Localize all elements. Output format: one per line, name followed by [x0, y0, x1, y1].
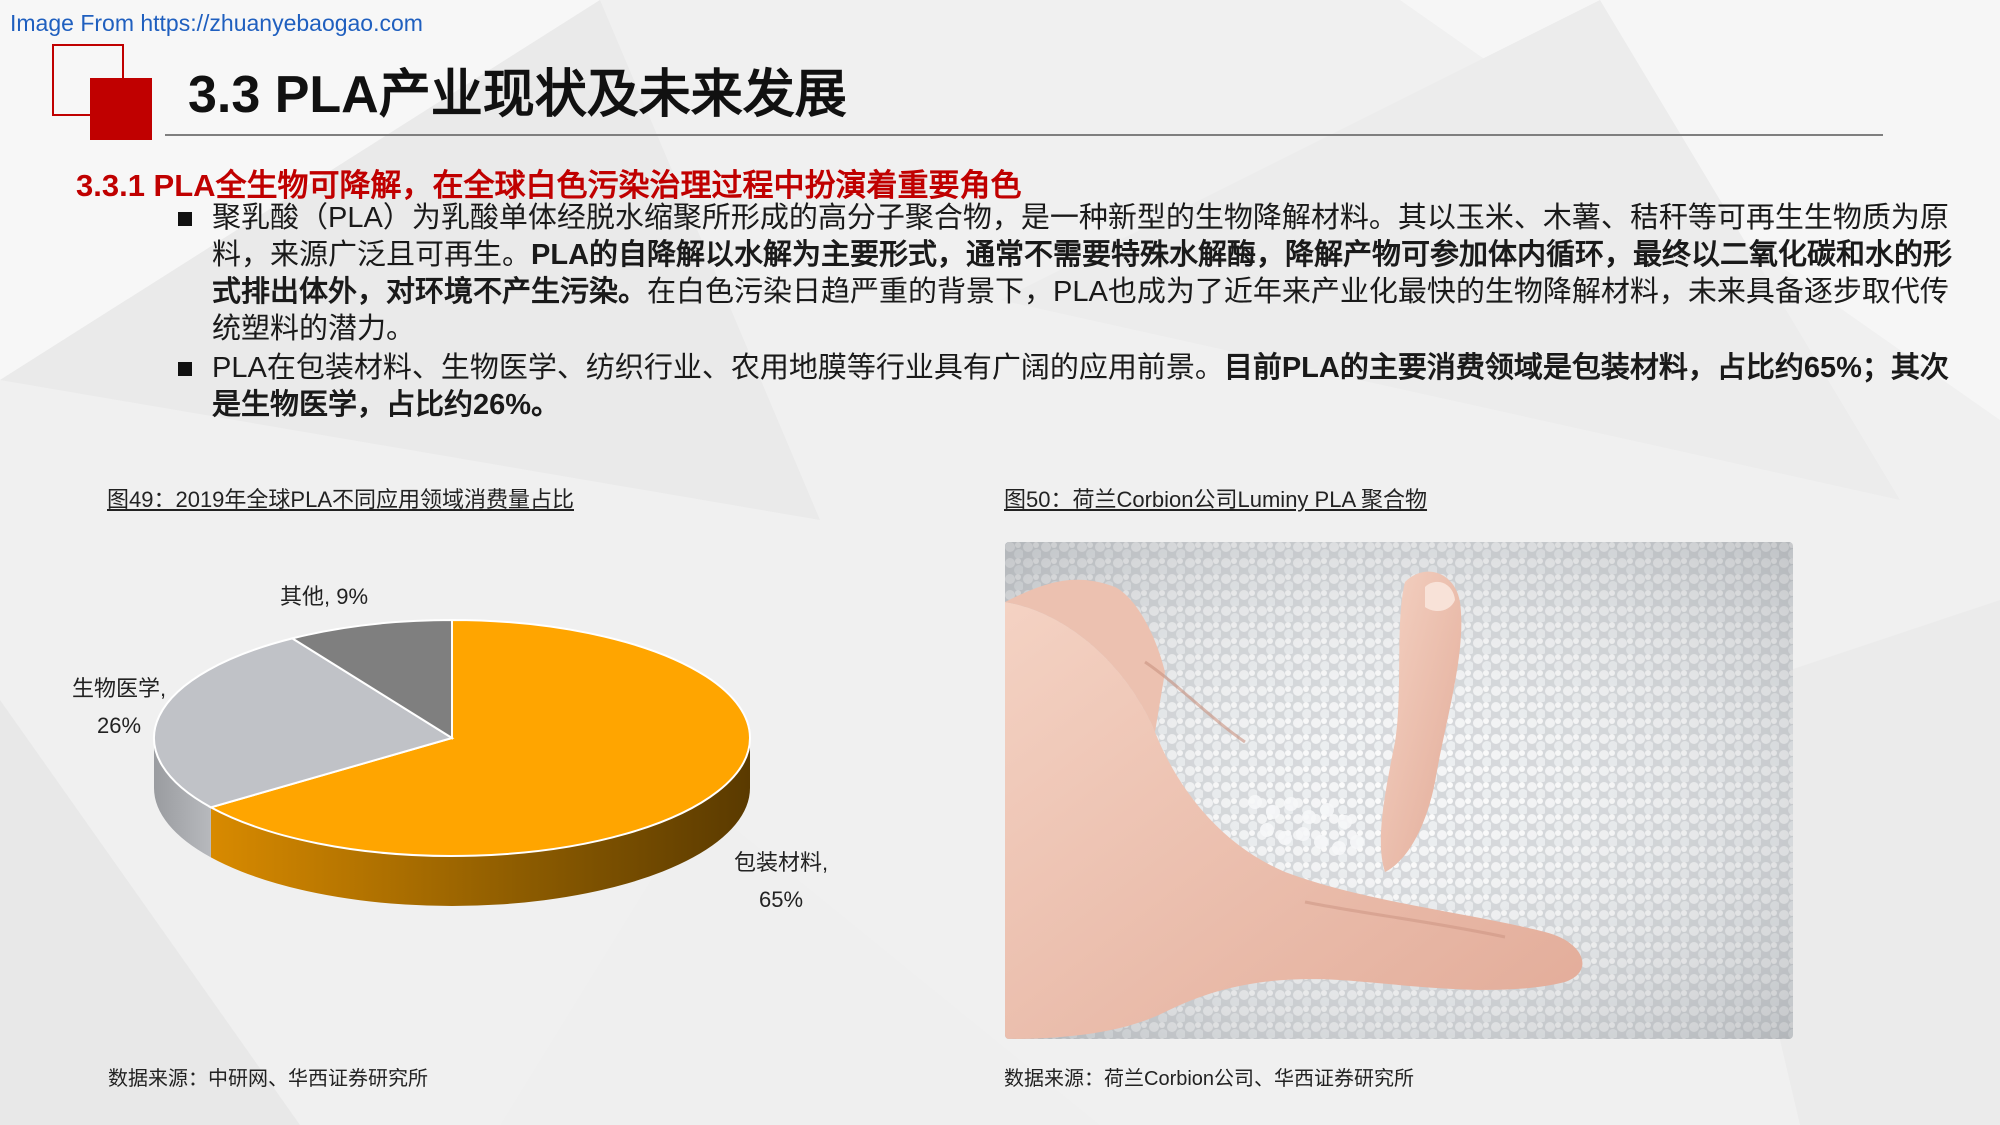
pla-pellets-photo: [1005, 542, 1793, 1039]
bullet-item-1: 聚乳酸（PLA）为乳酸单体经脱水缩聚所形成的高分子聚合物，是一种新型的生物降解材…: [176, 200, 1956, 348]
section-subheading: 3.3.1 PLA全生物可降解，在全球白色污染治理过程中扮演着重要角色: [76, 168, 1022, 203]
pie-label-packaging: 包装材料, 65%: [734, 850, 829, 912]
bullet-2-text-a: PLA在包装材料、生物医学、纺织行业、农用地膜等行业具有广阔的应用前景。: [212, 352, 1224, 384]
page-title: 3.3 PLA产业现状及未来发展: [188, 66, 847, 124]
section-logo: [52, 44, 152, 140]
watermark-text: Image From https://zhuanyebaogao.com: [10, 10, 423, 36]
figure49-caption: 图49：2019年全球PLA不同应用领域消费量占比: [107, 487, 574, 512]
pie-label-packaging-name: 包装材料: [734, 850, 823, 875]
bullet-square-icon: [178, 362, 192, 376]
pie-label-biomed-pct: 26%: [97, 713, 142, 738]
bullet-square-icon: [178, 212, 192, 226]
figure49-source: 数据来源：中研网、华西证券研究所: [108, 1068, 428, 1090]
figure50-source: 数据来源：荷兰Corbion公司、华西证券研究所: [1004, 1068, 1415, 1090]
title-divider: [165, 134, 1883, 136]
pie-label-biomed: 生物医学, 26%: [72, 676, 167, 738]
pie-label-biomed-name: 生物医学: [72, 676, 161, 701]
photo-hand-holding-pellets: [1005, 542, 1793, 1039]
figure50-caption: 图50：荷兰Corbion公司Luminy PLA 聚合物: [1004, 487, 1428, 512]
pie-label-other-pct: 9%: [336, 584, 369, 609]
bullet-item-2: PLA在包装材料、生物医学、纺织行业、农用地膜等行业具有广阔的应用前景。目前PL…: [176, 350, 1956, 424]
logo-filled-square: [90, 78, 152, 140]
pie-label-other: 其他, 9%: [280, 584, 369, 609]
pie-label-packaging-pct: 65%: [759, 887, 804, 912]
pie-chart: [153, 618, 751, 906]
bullet-list: 聚乳酸（PLA）为乳酸单体经脱水缩聚所形成的高分子聚合物，是一种新型的生物降解材…: [176, 200, 1956, 426]
pie-label-other-name: 其他: [280, 584, 325, 609]
